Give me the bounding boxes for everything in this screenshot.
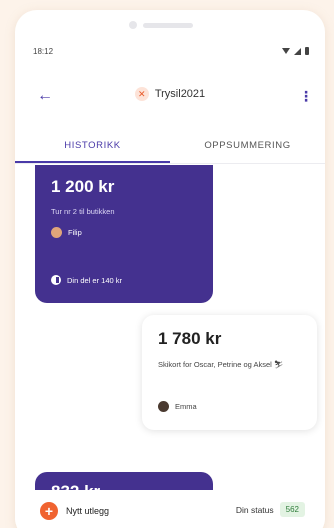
camera-dot [129,21,137,29]
speaker-bar [143,22,193,28]
phone-notch [111,18,211,32]
expense-amount: 1 780 kr [158,329,222,348]
tab-oppsummering[interactable]: OPPSUMMERING [170,128,325,163]
add-expense-button[interactable]: + Nytt utlegg [40,502,109,520]
status-badge: 562 [279,502,305,517]
plus-icon: + [40,502,58,520]
share-text: Din del er 140 kr [67,275,123,285]
payer-name: Filip [68,228,82,237]
expense-description: Skikort for Oscar, Petrine og Aksel ⛷ [158,360,284,369]
tab-bar: HISTORIKK OPPSUMMERING [15,128,325,164]
expense-card[interactable]: 1 200 kr Tur nr 2 til butikken Filip Din… [35,165,213,303]
expense-amount: 1 200 kr [51,177,115,196]
status-icons [282,47,309,55]
page-title: Trysil2021 [154,88,206,100]
trip-icon: ✕ [134,87,149,101]
status-time: 18:12 [33,46,54,56]
avatar [158,401,169,412]
title-wrap: ✕ Trysil2021 [15,87,325,101]
avatar [51,227,62,238]
expense-card[interactable]: 1 780 kr Skikort for Oscar, Petrine og A… [142,315,317,430]
signal-icon [294,47,301,55]
expense-share: Din del er 140 kr [51,275,122,285]
app-bar: ← ✕ Trysil2021 ⋮ [15,78,325,114]
add-expense-label: Nytt utlegg [66,506,110,516]
status-bar: 18:12 [33,44,309,58]
bottom-bar: + Nytt utlegg Din status 562 [15,490,325,528]
payer-name: Emma [175,402,197,411]
more-vertical-icon[interactable]: ⋮ [299,86,313,106]
phone-frame: 18:12 ← ✕ Trysil2021 ⋮ HISTORIKK OPPSUMM… [15,10,325,528]
status-label: Din status [235,504,274,515]
tab-historikk[interactable]: HISTORIKK [15,128,170,163]
wifi-icon [282,48,290,54]
battery-icon [305,47,309,55]
expense-payer: Emma [158,401,197,412]
expense-payer: Filip [51,227,82,238]
my-status[interactable]: Din status 562 [236,502,305,517]
expense-description: Tur nr 2 til butikken [51,207,115,216]
pie-icon [51,275,61,285]
